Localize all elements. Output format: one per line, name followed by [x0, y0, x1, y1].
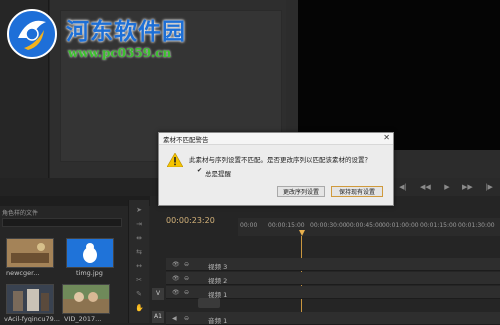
hand-icon[interactable]: ✋ [135, 304, 144, 312]
always-warn-checkbox[interactable]: ✔ [197, 168, 203, 174]
always-warn-label: 总是提醒 [205, 170, 231, 178]
track-name: 视频 2 [208, 277, 228, 285]
media-thumbnail[interactable] [6, 238, 54, 268]
audio-track-target[interactable]: A1 [152, 311, 164, 323]
track-name: 音频 1 [208, 317, 228, 325]
media-thumbnail[interactable] [66, 238, 114, 268]
watermark-title: 河东软件园 [66, 18, 186, 45]
clip-mismatch-dialog: 素材不匹配警告 ✕ 此素材与序列设置不匹配。是否更改序列以匹配该素材的设置？ ✔… [158, 132, 394, 206]
selection-tool-icon[interactable]: ➤ [135, 206, 143, 214]
eye-icon[interactable]: 👁 [172, 261, 180, 268]
media-label: timg.jpg [76, 269, 103, 277]
timeline-timecode[interactable]: 00:00:23:20 [166, 216, 215, 225]
change-sequence-settings-button[interactable]: 更改序列设置 [277, 186, 325, 197]
razor-icon[interactable]: ✂ [135, 276, 143, 284]
thumbnail-image [7, 239, 53, 267]
ruler-tick-label: 00:00:30:00 [310, 222, 347, 229]
warning-icon [167, 153, 183, 167]
media-thumbnail[interactable] [6, 284, 54, 314]
speaker-icon[interactable]: ◀ [172, 315, 177, 322]
close-icon[interactable]: ✕ [383, 133, 390, 142]
project-path: 角色样的文件 [2, 210, 39, 217]
watermark-logo [7, 9, 57, 59]
eye-icon[interactable]: 👁 [172, 275, 180, 282]
fast-forward-icon[interactable]: ▶▶ [462, 182, 473, 192]
lock-icon[interactable]: ⊖ [184, 289, 189, 296]
thumbnail-image [7, 285, 53, 313]
ruler-tick-label: 00:00:45:00 [346, 222, 383, 229]
rate-stretch-icon[interactable]: ↔ [135, 262, 143, 270]
eye-icon[interactable]: 👁 [172, 289, 180, 296]
dialog-title: 素材不匹配警告 [163, 136, 209, 144]
step-back-icon[interactable]: ◀| [398, 182, 408, 192]
play-icon[interactable]: ▶ [442, 182, 452, 192]
track-select-icon[interactable]: ⇥ [135, 220, 143, 228]
ripple-edit-icon[interactable]: ⇹ [135, 234, 143, 242]
lock-icon[interactable]: ⊖ [184, 261, 189, 268]
lock-icon[interactable]: ⊖ [184, 315, 189, 322]
thumbnail-image [63, 285, 109, 313]
playhead-handle[interactable] [299, 230, 305, 236]
media-label: newcger... [6, 269, 40, 277]
step-forward-icon[interactable]: |▶ [484, 182, 494, 192]
watermark-url: www.pc0359.cn [68, 46, 172, 60]
rolling-edit-icon[interactable]: ⇆ [135, 248, 143, 256]
rewind-icon[interactable]: ◀◀ [420, 182, 431, 192]
track-volume-control[interactable] [198, 298, 220, 308]
program-transport-bar: ◀| ◀◀ ▶ ▶▶ |▶ [392, 178, 500, 196]
track-name: 视频 3 [208, 263, 228, 271]
program-monitor-screen [298, 0, 500, 150]
ruler-tick-label: 00:01:30:00 [458, 222, 495, 229]
project-search-input[interactable] [2, 218, 122, 227]
media-thumbnail[interactable] [62, 284, 110, 314]
pen-icon[interactable]: ✎ [135, 290, 143, 298]
ruler-tick-label: 00:00:15:00 [268, 222, 305, 229]
video-track-target[interactable]: V [152, 288, 164, 300]
keep-existing-settings-button[interactable]: 保持现有设置 [331, 186, 383, 197]
lock-icon[interactable]: ⊖ [184, 275, 189, 282]
media-label: vAcil-fyqincu79... [4, 315, 60, 323]
tools-panel: ➤ ⇥ ⇹ ⇆ ↔ ✂ ✎ ✋ [128, 200, 149, 323]
ruler-tick-label: 00:01:00:00 [382, 222, 419, 229]
dialog-titlebar: 素材不匹配警告 ✕ [159, 133, 393, 145]
ruler-tick-label: 00:00 [240, 222, 258, 229]
media-label: VID_2017... [64, 315, 102, 323]
thumbnail-image [67, 239, 113, 267]
dialog-message: 此素材与序列设置不匹配。是否更改序列以匹配该素材的设置？ [189, 156, 371, 164]
ruler-tick-label: 00:01:15:00 [420, 222, 457, 229]
